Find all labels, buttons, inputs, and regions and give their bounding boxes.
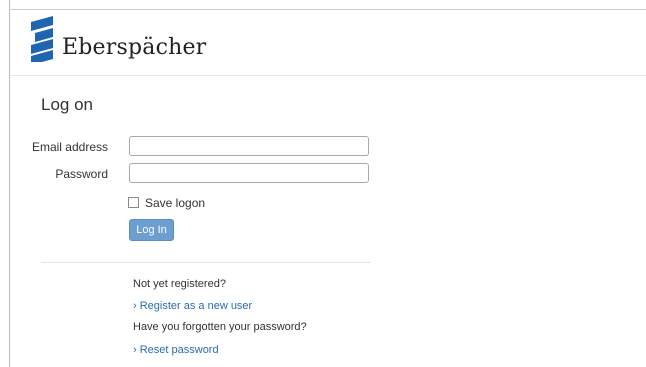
register-prompt: Not yet registered? (133, 278, 226, 290)
password-label: Password (55, 167, 108, 181)
reset-password-link[interactable]: › Reset password (133, 344, 219, 356)
page-title: Log on (41, 95, 93, 114)
register-link[interactable]: › Register as a new user (133, 300, 252, 312)
brand-name: Eberspächer (62, 35, 207, 60)
login-button[interactable]: Log In (129, 219, 174, 241)
forgot-password-prompt: Have you forgotten your password? (133, 321, 307, 333)
eberspaecher-logo-icon (31, 16, 53, 62)
email-label: Email address (31, 140, 108, 154)
section-divider (41, 262, 371, 263)
site-header: Eberspächer (10, 10, 646, 76)
password-field[interactable] (129, 163, 369, 183)
save-logon-label[interactable]: Save logon (145, 196, 205, 210)
email-field[interactable] (129, 136, 369, 156)
save-logon-checkbox[interactable] (128, 197, 139, 208)
